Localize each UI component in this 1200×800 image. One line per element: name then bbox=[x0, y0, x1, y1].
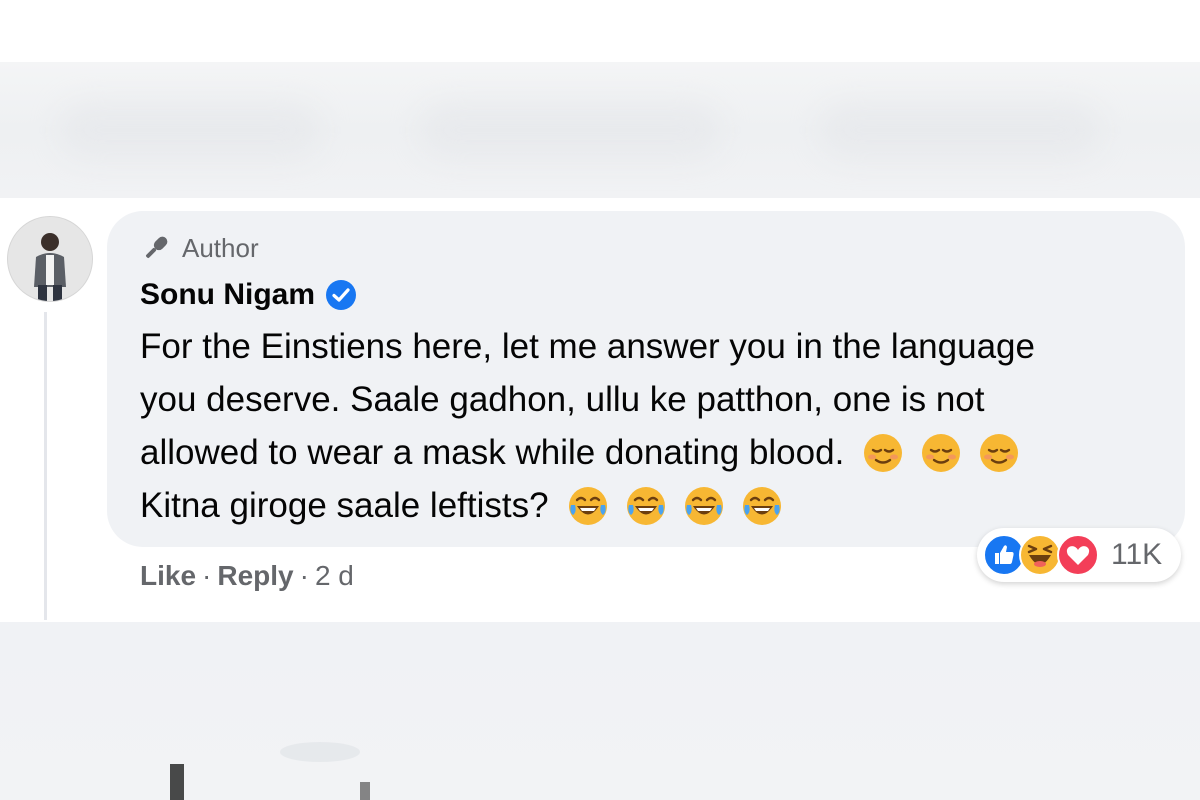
comment-text-line: allowed to wear a mask while donating bl… bbox=[140, 426, 1170, 479]
relieved-face-emoji bbox=[980, 433, 1019, 472]
like-button[interactable]: Like bbox=[140, 560, 196, 592]
comment-text-line: For the Einstiens here, let me answer yo… bbox=[140, 327, 1035, 366]
author-badge: Author bbox=[140, 230, 259, 266]
comment-actions: Like · Reply · 2 d bbox=[140, 556, 354, 596]
love-reaction-icon bbox=[1057, 534, 1099, 576]
haha-reaction-icon bbox=[1019, 534, 1061, 576]
top-background bbox=[0, 0, 1200, 62]
reactions-summary[interactable]: 11K bbox=[977, 528, 1181, 582]
comment-text-line: you deserve. Saale gadhon, ullu ke patth… bbox=[140, 380, 985, 419]
separator: · bbox=[202, 560, 212, 591]
tears-of-joy-emoji bbox=[742, 486, 781, 525]
separator: · bbox=[299, 560, 309, 591]
verified-icon bbox=[326, 280, 357, 310]
comment-text: For the Einstiens here, let me answer yo… bbox=[140, 320, 1170, 532]
blurred-next-content bbox=[0, 622, 1200, 800]
blurred-previous-content bbox=[0, 62, 1200, 198]
microphone-icon bbox=[146, 236, 168, 258]
author-avatar[interactable] bbox=[7, 216, 93, 302]
reply-button[interactable]: Reply bbox=[217, 560, 293, 592]
relieved-face-emoji bbox=[864, 433, 903, 472]
author-badge-label: Author bbox=[182, 232, 259, 263]
tears-of-joy-emoji bbox=[626, 486, 665, 525]
reply-thread-line bbox=[44, 312, 47, 620]
reactions-count: 11K bbox=[1111, 538, 1163, 571]
tears-of-joy-emoji bbox=[568, 486, 607, 525]
comment-author: Sonu Nigam bbox=[140, 278, 357, 312]
comment-text-line: Kitna giroge saale leftists? bbox=[140, 479, 1170, 532]
tears-of-joy-emoji bbox=[684, 486, 723, 525]
author-name[interactable]: Sonu Nigam bbox=[140, 278, 315, 312]
comment-timestamp[interactable]: 2 d bbox=[315, 560, 354, 592]
relieved-face-emoji bbox=[922, 433, 961, 472]
